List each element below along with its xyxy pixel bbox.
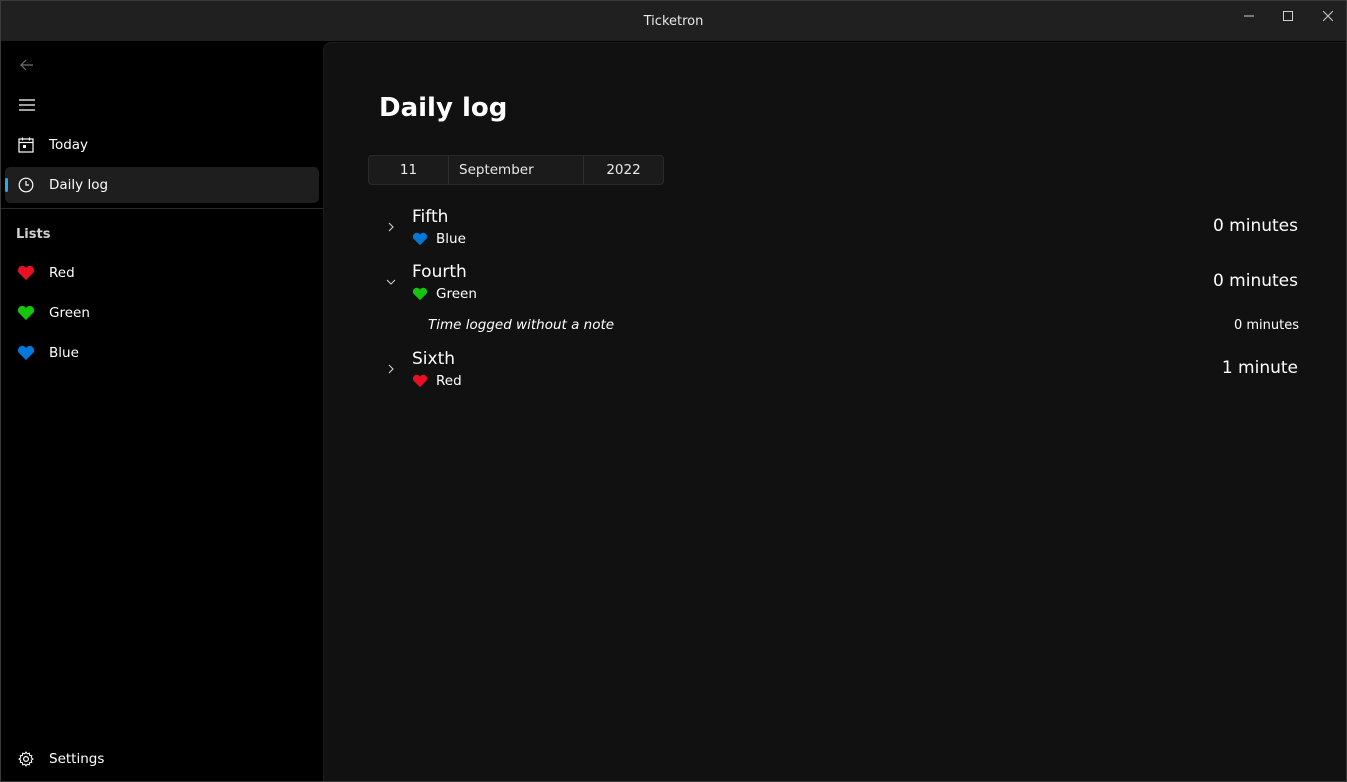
nav-item-label: Today [49, 137, 89, 153]
page-title: Daily log [379, 93, 508, 123]
entry-title: Sixth [412, 349, 456, 369]
heart-icon [17, 304, 35, 322]
heart-icon [412, 232, 428, 246]
nav-item-daily-log[interactable]: Daily log [5, 167, 319, 203]
nav-item-label: Red [49, 265, 75, 281]
nav-item-settings[interactable]: Settings [5, 741, 319, 777]
content-area: Daily log 11 September 2022 Fifth Blue 0… [323, 42, 1346, 781]
note-duration: 0 minutes [1233, 318, 1299, 333]
heart-icon [17, 264, 35, 282]
entry-list: Blue [412, 231, 466, 247]
entry-list-name: Red [436, 373, 462, 389]
heart-icon [17, 344, 35, 362]
log-entry-row[interactable]: Fifth Blue 0 minutes [368, 207, 1308, 255]
app-window: Ticketron Today Daily log Lists Red Gree… [0, 0, 1347, 782]
heart-icon [412, 287, 428, 301]
minimize-icon [1244, 15, 1254, 17]
nav-separator [1, 208, 323, 209]
nav-item-list-red[interactable]: Red [5, 255, 319, 291]
nav-item-label: Daily log [49, 177, 109, 193]
date-picker[interactable]: 11 September 2022 [368, 155, 664, 185]
menu-toggle-button[interactable] [9, 90, 45, 120]
nav-item-label: Green [49, 305, 90, 321]
gear-icon [17, 750, 35, 768]
entry-title: Fifth [412, 207, 449, 227]
maximize-icon [1283, 11, 1293, 21]
note-text: Time logged without a note [428, 317, 615, 333]
entry-list-name: Blue [436, 231, 466, 247]
chevron-down-icon[interactable] [384, 275, 398, 289]
entry-title: Fourth [412, 262, 467, 282]
date-picker-month[interactable]: September [449, 156, 584, 184]
nav-item-label: Settings [49, 751, 105, 767]
log-entry-row[interactable]: Sixth Red 1 minute [368, 349, 1308, 397]
entry-duration: 1 minute [1221, 358, 1298, 378]
chevron-right-icon[interactable] [384, 362, 398, 376]
log-entry-row[interactable]: Fourth Green 0 minutes [368, 262, 1308, 310]
entry-duration: 0 minutes [1212, 216, 1298, 236]
nav-item-today[interactable]: Today [5, 127, 319, 163]
heart-icon [412, 374, 428, 388]
back-button[interactable] [9, 50, 45, 80]
window-title: Ticketron [643, 14, 704, 29]
entry-duration: 0 minutes [1212, 271, 1298, 291]
date-picker-day[interactable]: 11 [369, 156, 449, 184]
date-picker-year[interactable]: 2022 [584, 156, 663, 184]
nav-item-list-blue[interactable]: Blue [5, 335, 319, 371]
nav-item-label: Blue [49, 345, 79, 361]
entry-list-name: Green [436, 286, 477, 302]
selection-indicator [5, 178, 8, 192]
close-icon [1323, 11, 1333, 21]
calendar-icon [17, 136, 35, 154]
close-button[interactable] [1308, 1, 1346, 31]
time-log-note-row[interactable]: Time logged without a note 0 minutes [428, 317, 1308, 339]
maximize-button[interactable] [1268, 1, 1308, 31]
chevron-right-icon[interactable] [384, 220, 398, 234]
nav-item-list-green[interactable]: Green [5, 295, 319, 331]
minimize-button[interactable] [1229, 1, 1269, 31]
back-arrow-icon [20, 59, 33, 71]
lists-section-header: Lists [16, 227, 51, 242]
entry-list: Red [412, 373, 462, 389]
hamburger-menu-icon [19, 99, 35, 111]
title-bar: Ticketron [1, 1, 1346, 41]
clock-icon [17, 176, 35, 194]
entry-list: Green [412, 286, 477, 302]
navigation-pane: Today Daily log Lists Red Green Blue Set… [1, 41, 323, 781]
